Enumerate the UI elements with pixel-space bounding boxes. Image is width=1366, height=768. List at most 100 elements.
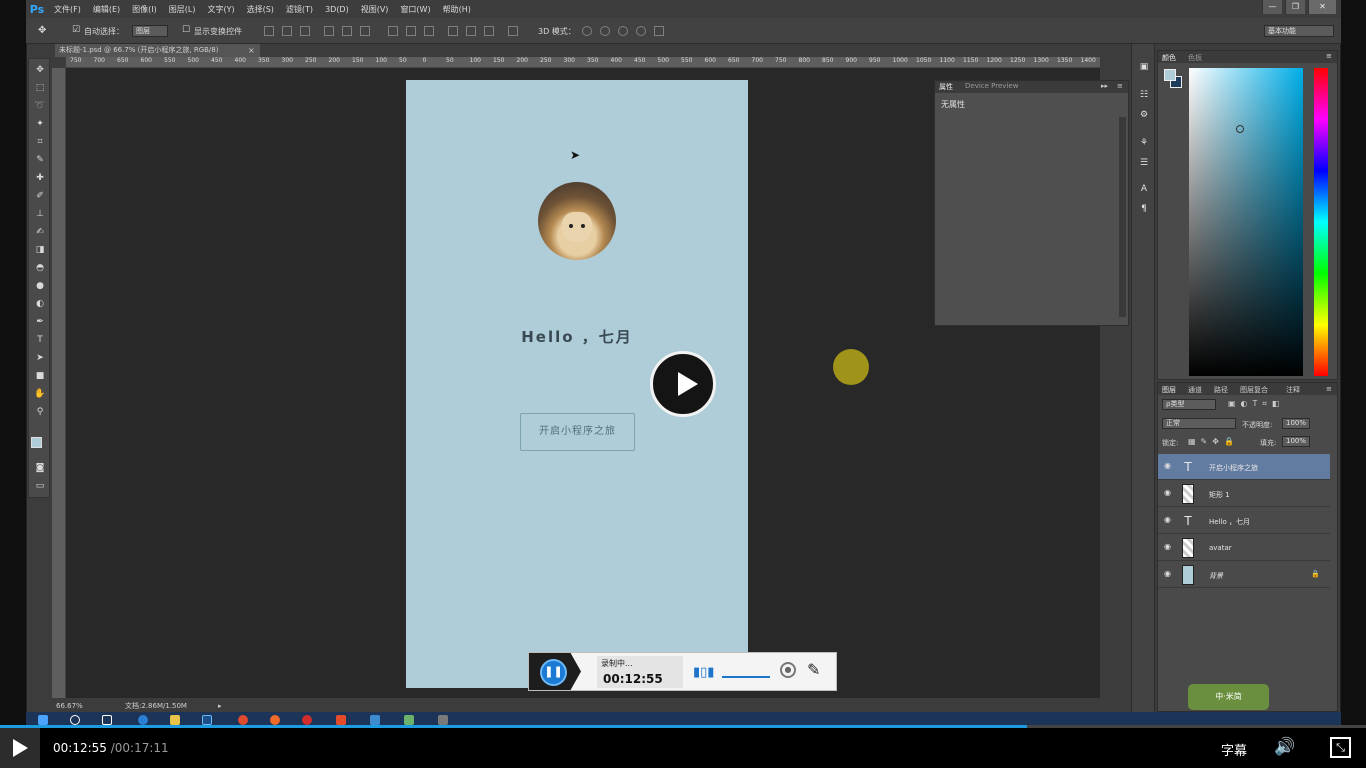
eyedropper-tool-icon[interactable]: ✎ xyxy=(32,153,48,167)
adjustments-icon[interactable]: ☰ xyxy=(1137,156,1151,170)
dodge-tool-icon[interactable]: ◐ xyxy=(32,297,48,311)
visibility-eye-icon[interactable]: ◉ xyxy=(1164,489,1174,497)
color-panel-menu-icon[interactable]: ≡ xyxy=(1326,52,1332,60)
properties-scrollbar[interactable] xyxy=(1119,117,1126,317)
office-icon[interactable] xyxy=(336,715,346,725)
zoom-tool-icon[interactable]: ⚲ xyxy=(32,405,48,419)
restore-button[interactable]: ❐ xyxy=(1285,0,1305,14)
panel-collapse-icon[interactable]: ▸▸ xyxy=(1101,82,1108,90)
hand-tool-icon[interactable]: ✋ xyxy=(32,387,48,401)
distribute-left-icon[interactable] xyxy=(448,26,458,36)
distribute-vcenter-icon[interactable] xyxy=(406,26,416,36)
recorder-pause-button[interactable]: ❚❚ xyxy=(540,659,567,686)
brush-preset-icon[interactable]: ⚘ xyxy=(1137,136,1151,150)
blur-tool-icon[interactable]: ● xyxy=(32,279,48,293)
marquee-tool-icon[interactable]: ⬚ xyxy=(32,81,48,95)
layer-row[interactable]: ◉ T Hello ，七月 xyxy=(1158,508,1330,534)
blend-mode-dropdown[interactable]: 正常 xyxy=(1162,418,1236,429)
menu-layer[interactable]: 图层(L) xyxy=(163,4,202,15)
workspace-dropdown[interactable]: 基本功能 xyxy=(1264,25,1334,37)
layer-filter-icons[interactable]: ▣◐T⌗◧ xyxy=(1228,399,1285,409)
volume-slider[interactable] xyxy=(722,676,770,678)
distribute-right-icon[interactable] xyxy=(484,26,494,36)
layer-row[interactable]: ◉ 矩形 1 xyxy=(1158,481,1330,507)
play-icon[interactable] xyxy=(13,739,28,757)
crop-tool-icon[interactable]: ⌗ xyxy=(32,135,48,149)
app-icon-gray[interactable] xyxy=(438,715,448,725)
history-brush-tool-icon[interactable]: ✍ xyxy=(32,225,48,239)
layers-panel-menu-icon[interactable]: ≡ xyxy=(1326,385,1332,393)
color-picker-field[interactable] xyxy=(1189,68,1303,376)
layer-row[interactable]: ◉ avatar xyxy=(1158,535,1330,561)
tab-color[interactable]: 颜色 xyxy=(1162,53,1176,63)
zoom-level[interactable]: 66.67% xyxy=(56,700,83,712)
type-tool-icon[interactable]: T xyxy=(32,333,48,347)
menu-help[interactable]: 帮助(H) xyxy=(437,4,477,15)
align-bottom-icon[interactable] xyxy=(300,26,310,36)
firefox-icon[interactable] xyxy=(270,715,280,725)
start-icon[interactable] xyxy=(38,715,48,725)
app-icon-blue[interactable] xyxy=(370,715,380,725)
avatar-image[interactable] xyxy=(538,182,616,260)
move-tool-icon[interactable]: ✥ xyxy=(32,63,48,77)
folder-icon[interactable] xyxy=(170,715,180,725)
checkbox-icon[interactable]: ☑ xyxy=(72,25,80,35)
path-select-tool-icon[interactable]: ➤ xyxy=(32,351,48,365)
color-foreground-swatch[interactable] xyxy=(1164,69,1176,81)
photoshop-taskbar-icon[interactable] xyxy=(202,715,212,725)
move-tool-icon[interactable]: ✥ xyxy=(38,25,46,36)
tab-notes[interactable]: 注释 xyxy=(1286,385,1300,395)
auto-select-dropdown[interactable]: 图层 xyxy=(132,25,168,37)
lasso-tool-icon[interactable]: ➰ xyxy=(32,99,48,113)
3d-drag-icon[interactable] xyxy=(618,26,628,36)
tab-swatches[interactable]: 色板 xyxy=(1188,53,1202,63)
visibility-eye-icon[interactable]: ◉ xyxy=(1164,570,1174,578)
menu-filter[interactable]: 滤镜(T) xyxy=(280,4,319,15)
subtitle-button[interactable]: 字幕 xyxy=(1221,740,1247,759)
align-vcenter-icon[interactable] xyxy=(282,26,292,36)
align-hcenter-icon[interactable] xyxy=(342,26,352,36)
menu-image[interactable]: 图像(I) xyxy=(126,4,163,15)
align-right-icon[interactable] xyxy=(360,26,370,36)
status-arrow-icon[interactable]: ▸ xyxy=(218,700,222,712)
bucket-tool-icon[interactable]: ◓ xyxy=(32,261,48,275)
color-picker-marker[interactable] xyxy=(1236,125,1244,133)
task-view-icon[interactable] xyxy=(102,715,112,725)
app-icon-green[interactable] xyxy=(404,715,414,725)
auto-align-icon[interactable] xyxy=(508,26,518,36)
tab-close-icon[interactable]: × xyxy=(248,44,258,57)
screen-mode-icon[interactable]: ▭ xyxy=(32,479,48,493)
fullscreen-icon[interactable]: ⤡ xyxy=(1330,737,1351,758)
3d-slide-icon[interactable] xyxy=(636,26,646,36)
app-icon-red[interactable] xyxy=(302,715,312,725)
properties-icon[interactable]: ⚙ xyxy=(1137,108,1151,122)
navigator-icon[interactable]: ▣ xyxy=(1137,60,1151,74)
tab-device-preview[interactable]: Device Preview xyxy=(965,82,1018,90)
align-top-icon[interactable] xyxy=(264,26,274,36)
stamp-tool-icon[interactable]: ⊥ xyxy=(32,207,48,221)
visibility-eye-icon[interactable]: ◉ xyxy=(1164,516,1174,524)
distribute-bottom-icon[interactable] xyxy=(424,26,434,36)
history-icon[interactable]: ☷ xyxy=(1137,88,1151,102)
character-icon[interactable]: A xyxy=(1137,182,1151,196)
menu-select[interactable]: 选择(S) xyxy=(241,4,280,15)
layer-filter-dropdown[interactable]: ρ类型 xyxy=(1162,399,1216,410)
menu-3d[interactable]: 3D(D) xyxy=(319,5,355,14)
menu-window[interactable]: 窗口(W) xyxy=(394,4,436,15)
close-window-button[interactable]: ✕ xyxy=(1308,0,1336,14)
tab-channels[interactable]: 通道 xyxy=(1188,385,1202,395)
visibility-eye-icon[interactable]: ◉ xyxy=(1164,462,1174,470)
edge-icon[interactable] xyxy=(138,715,148,725)
3d-scale-icon[interactable] xyxy=(654,26,664,36)
3d-roll-icon[interactable] xyxy=(600,26,610,36)
chrome-icon[interactable] xyxy=(238,715,248,725)
webcam-icon[interactable]: ● xyxy=(780,662,796,678)
start-journey-button[interactable]: 开启小程序之旅 xyxy=(520,413,635,451)
lock-options-icons[interactable]: ▦✎✥🔒 xyxy=(1188,437,1239,446)
tab-properties[interactable]: 属性 xyxy=(939,82,953,92)
pen-tool-icon[interactable]: ✒ xyxy=(32,315,48,329)
rectangle-tool-icon[interactable]: ■ xyxy=(32,369,48,383)
menu-type[interactable]: 文字(Y) xyxy=(201,4,240,15)
volume-icon[interactable]: 🔊 xyxy=(1274,737,1295,757)
align-left-icon[interactable] xyxy=(324,26,334,36)
